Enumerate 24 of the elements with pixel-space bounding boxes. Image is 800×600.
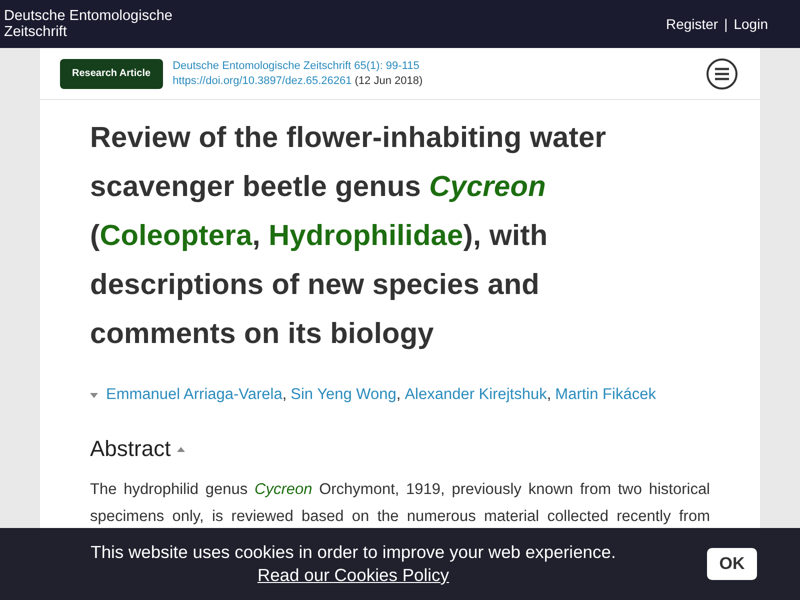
header-link[interactable]: Login — [734, 16, 768, 32]
article-title: Review of the flower-inhabiting water scavenger beetle genus Cycreon (Coleoptera, Hydrophilidae), with descriptions of new species and comments on its biology — [90, 121, 608, 352]
doi-link[interactable]: https://doi.org/10.3897/dez.65.26261 — [172, 74, 352, 86]
cookie-message: This website uses cookies in order to improve your web experience. Read our Cookies Policy — [90, 541, 617, 587]
ok-button[interactable]: OK — [707, 548, 757, 580]
abstract-heading: Abstract — [90, 436, 171, 462]
author-link[interactable]: Sin Yeng Wong — [290, 386, 396, 404]
comma: , — [396, 386, 401, 404]
journal-citation-link[interactable]: Deutsche Entomologische Zeitschrift 65(1): 99-115 — [172, 58, 420, 74]
comma: , — [282, 386, 287, 404]
author-link[interactable]: Alexander Kirejtshuk — [404, 386, 547, 404]
collapse-triangle-icon[interactable] — [90, 392, 98, 398]
comma: , — [546, 386, 552, 404]
header-link[interactable]: Register — [666, 16, 718, 32]
publication-date: (12 Jun 2018) — [354, 74, 423, 86]
expand-triangle-icon[interactable] — [176, 446, 185, 452]
abstract-text: The hydrophilid genus Cycreon Orchymont, 1919, previously known from two historical specimens only, is reviewed based on the numerous material collected recently from — [90, 480, 710, 527]
author-link[interactable]: Emmanuel Arriaga-Varela — [106, 386, 282, 404]
site-title[interactable]: Deutsche Entomologische Zeitschrift — [4, 8, 184, 40]
cookies-policy-link[interactable]: Read our Cookies Policy — [257, 564, 450, 587]
author-link[interactable]: Martin Fikácek — [555, 386, 656, 404]
link-separator: | — [724, 16, 728, 32]
menu-icon[interactable] — [706, 58, 738, 90]
article-type-badge: Research Article — [60, 58, 163, 88]
